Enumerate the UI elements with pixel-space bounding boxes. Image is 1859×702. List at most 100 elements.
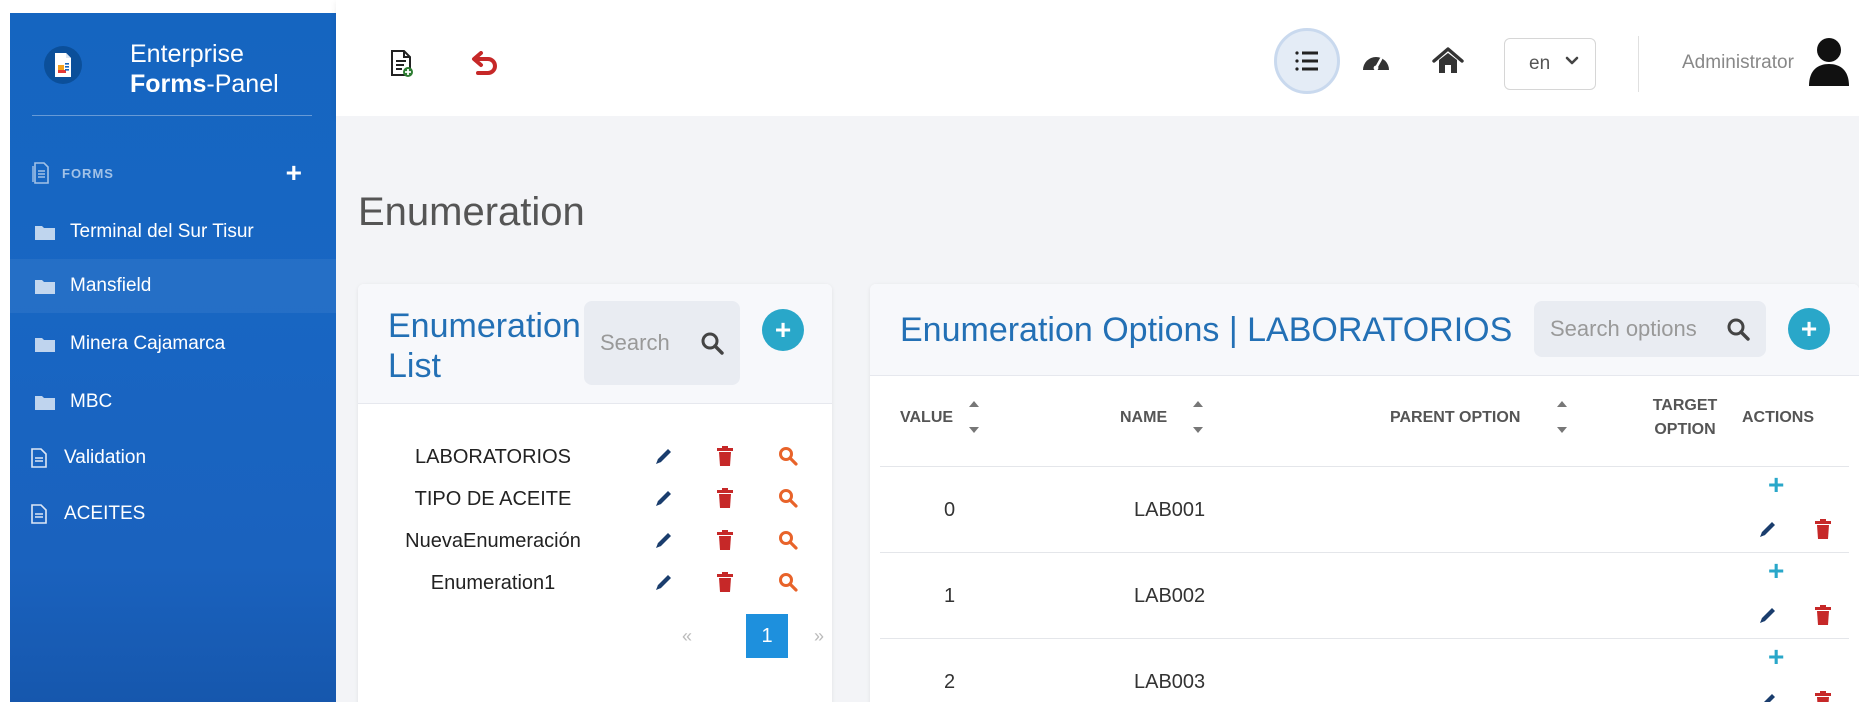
sidebar: Enterprise Forms-Panel FORMS + Terminal … — [10, 13, 336, 702]
target-line1: TARGET — [1652, 397, 1718, 414]
add-option-button[interactable]: + — [1788, 308, 1830, 350]
sidebar-item-label: Validation — [64, 447, 147, 468]
forms-section-header: FORMS + — [32, 153, 322, 193]
delete-icon[interactable] — [1814, 691, 1832, 702]
option-name: LAB003 — [1134, 671, 1206, 693]
column-header-value[interactable]: VALUE — [900, 406, 953, 430]
add-form-button[interactable]: + — [286, 157, 302, 189]
folder-icon — [34, 224, 56, 240]
option-value: 1 — [944, 585, 956, 607]
option-value: 2 — [944, 671, 956, 693]
search-icon[interactable] — [700, 331, 724, 360]
list-view-button[interactable] — [1274, 28, 1340, 94]
language-select[interactable]: en — [1504, 38, 1596, 90]
add-enumeration-button[interactable]: + — [762, 309, 804, 351]
column-header-target-option[interactable]: TARGET OPTION — [1650, 394, 1720, 442]
header-divider — [1638, 36, 1639, 92]
user-avatar-icon[interactable] — [1806, 36, 1854, 88]
view-search-icon[interactable] — [778, 530, 798, 555]
sort-icon[interactable] — [968, 400, 980, 434]
enumeration-search-box — [584, 301, 740, 385]
sort-icon[interactable] — [1192, 400, 1204, 434]
edit-icon[interactable] — [654, 446, 674, 471]
options-search-input[interactable] — [1534, 316, 1704, 342]
pagination-page[interactable]: 1 — [746, 614, 788, 658]
top-header: en Administrator — [336, 0, 1859, 116]
enumeration-name[interactable]: TIPO DE ACEITE — [388, 488, 598, 511]
list-item: LABORATORIOS — [358, 436, 828, 478]
delete-icon[interactable] — [716, 446, 734, 471]
table-row: 0 LAB001 + — [870, 467, 1859, 552]
view-search-icon[interactable] — [778, 446, 798, 471]
enumeration-options-header: Enumeration Options | LABORATORIOS + — [870, 284, 1859, 376]
table-row: 2 LAB003 + — [870, 639, 1859, 702]
enumeration-name[interactable]: LABORATORIOS — [388, 446, 598, 469]
column-header-actions: ACTIONS — [1742, 409, 1814, 426]
home-icon[interactable] — [1432, 46, 1464, 76]
view-search-icon[interactable] — [778, 488, 798, 513]
sort-icon[interactable] — [1556, 400, 1568, 434]
sidebar-item-validation[interactable]: Validation — [10, 431, 336, 485]
enumeration-search-input[interactable] — [584, 330, 684, 356]
enumeration-list-title-line1: Enumeration — [388, 307, 581, 345]
edit-icon[interactable] — [1758, 519, 1778, 544]
sidebar-item-aceites[interactable]: ACEITES — [10, 487, 336, 541]
document-icon — [28, 448, 50, 468]
brand-divider — [32, 115, 312, 116]
pagination-prev[interactable]: « — [682, 626, 692, 647]
pagination-next[interactable]: » — [814, 626, 824, 647]
options-search-box — [1534, 301, 1766, 357]
options-table-header: VALUE NAME PARENT OPTION TARGET OPTION A… — [870, 376, 1859, 466]
sidebar-item-terminal-del-sur-tisur[interactable]: Terminal del Sur Tisur — [10, 205, 336, 259]
brand-name: Enterprise Forms-Panel — [130, 39, 279, 99]
enumeration-name[interactable]: NuevaEnumeración — [388, 530, 598, 553]
sidebar-item-mbc[interactable]: MBC — [10, 375, 336, 429]
add-child-option-icon[interactable]: + — [1768, 557, 1784, 585]
delete-icon[interactable] — [716, 572, 734, 597]
delete-icon[interactable] — [1814, 605, 1832, 630]
user-name[interactable]: Administrator — [1682, 52, 1794, 74]
chevron-down-icon — [1565, 53, 1579, 71]
folder-icon — [34, 278, 56, 294]
edit-icon[interactable] — [654, 530, 674, 555]
sidebar-item-label: Mansfield — [70, 275, 152, 296]
main-content: Enumeration Enumeration List + LABORATOR… — [336, 116, 1859, 702]
edit-icon[interactable] — [1758, 691, 1778, 702]
enumeration-name[interactable]: Enumeration1 — [388, 572, 598, 595]
list-item: TIPO DE ACEITE — [358, 478, 828, 520]
list-item: Enumeration1 — [358, 562, 828, 604]
search-icon[interactable] — [1726, 317, 1750, 346]
view-search-icon[interactable] — [778, 572, 798, 597]
column-header-parent-option[interactable]: PARENT OPTION — [1390, 406, 1520, 430]
language-value: en — [1529, 53, 1551, 74]
option-name: LAB001 — [1134, 499, 1206, 521]
brand-logo-icon — [44, 46, 82, 84]
sidebar-item-label: Minera Cajamarca — [70, 333, 226, 354]
forms-section-label: FORMS — [62, 165, 114, 181]
list-item: NuevaEnumeración — [358, 520, 828, 562]
brand-line1: Enterprise — [130, 40, 244, 68]
sidebar-item-minera-cajamarca[interactable]: Minera Cajamarca — [10, 317, 336, 371]
enumeration-list-card: Enumeration List + LABORATORIOS TIPO DE … — [358, 284, 832, 702]
edit-icon[interactable] — [654, 572, 674, 597]
option-value: 0 — [944, 499, 956, 521]
add-child-option-icon[interactable]: + — [1768, 471, 1784, 499]
brand[interactable]: Enterprise Forms-Panel — [10, 13, 336, 117]
delete-icon[interactable] — [1814, 519, 1832, 544]
edit-icon[interactable] — [654, 488, 674, 513]
undo-icon[interactable] — [470, 50, 500, 78]
brand-rest: -Panel — [206, 70, 279, 98]
column-header-name[interactable]: NAME — [1120, 406, 1167, 430]
folder-icon — [34, 336, 56, 352]
enumeration-list-header: Enumeration List + — [358, 284, 832, 404]
edit-icon[interactable] — [1758, 605, 1778, 630]
new-form-icon[interactable] — [388, 48, 416, 80]
dashboard-icon[interactable] — [1360, 48, 1392, 76]
enumeration-options-card: Enumeration Options | LABORATORIOS + VAL… — [870, 284, 1859, 702]
brand-line2: Forms-Panel — [130, 69, 279, 99]
sidebar-item-mansfield[interactable]: Mansfield — [10, 259, 336, 313]
add-child-option-icon[interactable]: + — [1768, 643, 1784, 671]
sidebar-item-label: ACEITES — [64, 503, 146, 524]
delete-icon[interactable] — [716, 530, 734, 555]
delete-icon[interactable] — [716, 488, 734, 513]
